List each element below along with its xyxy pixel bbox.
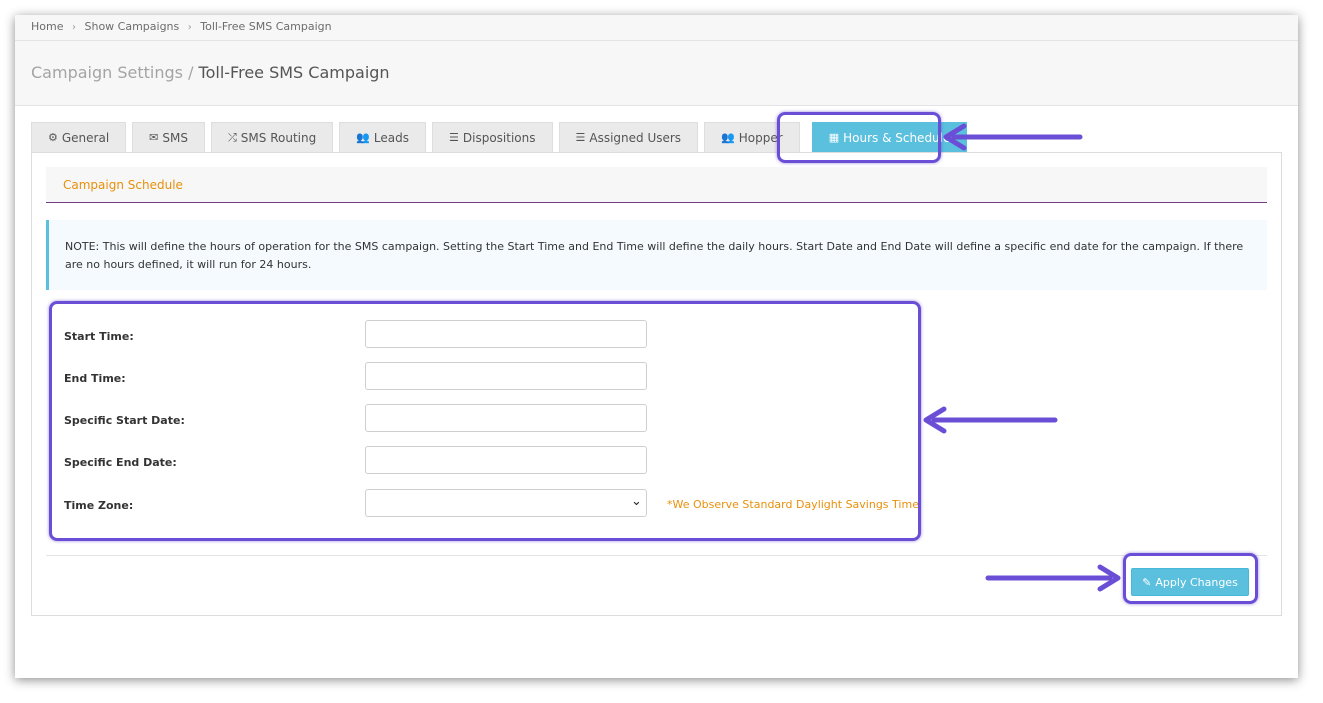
edit-icon: ✎ <box>1142 575 1152 589</box>
page-title-section: Campaign Settings <box>31 63 183 82</box>
users-icon: 👥 <box>721 130 735 144</box>
time-zone-row: Time Zone: ⌄ *We Observe Standard Daylig… <box>64 489 944 528</box>
apply-changes-button[interactable]: ✎ Apply Changes <box>1131 568 1249 596</box>
apply-changes-label: Apply Changes <box>1155 575 1238 589</box>
breadcrumb-current: Toll-Free SMS Campaign <box>200 20 332 33</box>
page-title-slash: / <box>182 63 199 82</box>
tab-sms[interactable]: ✉ SMS <box>132 122 205 152</box>
breadcrumb-home[interactable]: Home <box>31 20 63 33</box>
end-date-input[interactable] <box>365 446 647 474</box>
gears-icon: ⚙ <box>48 130 58 144</box>
breadcrumb-separator: › <box>187 22 192 33</box>
end-date-row: Specific End Date: <box>64 446 944 485</box>
schedule-note: NOTE: This will define the hours of oper… <box>46 220 1267 290</box>
envelope-icon: ✉ <box>149 130 159 144</box>
start-time-input[interactable] <box>365 320 647 348</box>
tab-assigned-users[interactable]: ☰ Assigned Users <box>558 122 699 152</box>
end-time-input[interactable] <box>365 362 647 390</box>
end-time-row: End Time: <box>64 362 944 401</box>
breadcrumb: Home › Show Campaigns › Toll-Free SMS Ca… <box>15 15 1298 41</box>
list-icon: ☰ <box>449 130 459 144</box>
list-ordered-icon: ☰ <box>575 130 586 144</box>
page-title: Campaign Settings / Toll-Free SMS Campai… <box>15 41 1298 106</box>
end-date-label: Specific End Date: <box>64 456 177 469</box>
tab-general[interactable]: ⚙ General <box>31 122 127 152</box>
tab-hopper[interactable]: 👥 Hopper <box>704 122 800 152</box>
tab-label: SMS Routing <box>240 130 317 145</box>
daylight-savings-note: *We Observe Standard Daylight Savings Ti… <box>667 498 919 511</box>
users-icon: 👥 <box>356 130 370 144</box>
tab-label: General <box>61 130 110 145</box>
time-zone-select[interactable] <box>365 489 647 517</box>
settings-tabs: ⚙ General ✉ SMS ⤮ SMS Routing 👥 Leads ☰ … <box>31 122 973 153</box>
tab-label: Hours & Schedule <box>843 130 951 145</box>
tab-sms-routing[interactable]: ⤮ SMS Routing <box>210 122 334 152</box>
breadcrumb-show-campaigns[interactable]: Show Campaigns <box>84 20 179 33</box>
footer-divider <box>46 555 1267 556</box>
tab-dispositions[interactable]: ☰ Dispositions <box>432 122 553 152</box>
start-time-row: Start Time: <box>64 320 944 359</box>
start-date-input[interactable] <box>365 404 647 432</box>
calendar-icon: ▦ <box>828 130 840 144</box>
tab-label: Dispositions <box>462 130 536 145</box>
app-window: Home › Show Campaigns › Toll-Free SMS Ca… <box>15 15 1298 678</box>
end-time-label: End Time: <box>64 372 126 385</box>
tab-hours-schedule[interactable]: ▦ Hours & Schedule <box>811 122 968 152</box>
tab-leads[interactable]: 👥 Leads <box>339 122 427 152</box>
start-date-label: Specific Start Date: <box>64 414 185 427</box>
tab-label: SMS <box>162 130 188 145</box>
time-zone-label: Time Zone: <box>64 499 134 512</box>
start-time-label: Start Time: <box>64 330 134 343</box>
start-date-row: Specific Start Date: <box>64 404 944 443</box>
schedule-panel: Campaign Schedule NOTE: This will define… <box>31 152 1282 616</box>
tab-label: Hopper <box>738 130 783 145</box>
section-title: Campaign Schedule <box>46 167 1267 203</box>
page-title-campaign: Toll-Free SMS Campaign <box>198 63 390 82</box>
tab-label: Assigned Users <box>589 130 682 145</box>
tab-label: Leads <box>373 130 410 145</box>
breadcrumb-separator: › <box>71 22 76 33</box>
shuffle-icon: ⤮ <box>227 130 237 144</box>
